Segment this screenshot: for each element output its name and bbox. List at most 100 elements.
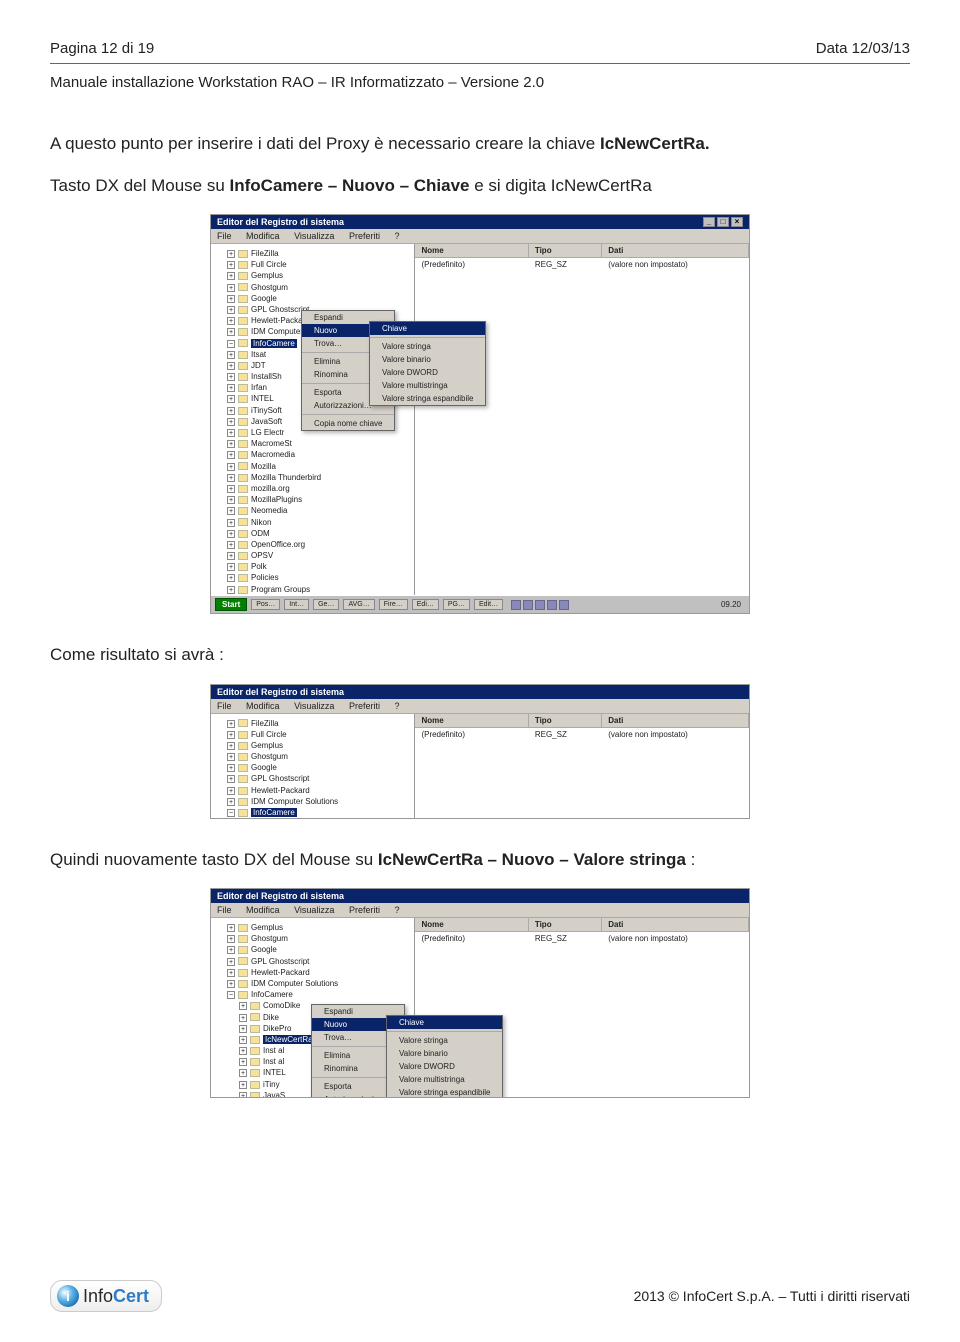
menu-help[interactable]: ? bbox=[394, 701, 399, 711]
taskbar-item[interactable]: Int… bbox=[284, 599, 309, 610]
tree-node[interactable]: +Neomedia bbox=[215, 505, 410, 516]
tree-node[interactable]: +Google bbox=[215, 293, 410, 304]
taskbar-item[interactable]: Ge… bbox=[313, 599, 339, 610]
menu-visualizza[interactable]: Visualizza bbox=[294, 905, 334, 915]
sub-chiave[interactable]: Chiave bbox=[370, 322, 485, 335]
tree-node[interactable]: −InfoCamere bbox=[215, 807, 410, 818]
page-number: Pagina 12 di 19 bbox=[50, 40, 154, 57]
menu-preferiti[interactable]: Preferiti bbox=[349, 701, 380, 711]
window-titlebar: Editor del Registro di sistema bbox=[211, 889, 749, 903]
tree-node[interactable]: +IDM Computer Solutions bbox=[215, 978, 410, 989]
list-row[interactable]: (Predefinito) REG_SZ (valore non imposta… bbox=[415, 258, 749, 271]
close-icon[interactable]: × bbox=[731, 217, 743, 227]
tree-node[interactable]: +Ghostgum bbox=[215, 282, 410, 293]
page-footer: i InfoCert 2013 © InfoCert S.p.A. – Tutt… bbox=[50, 1280, 910, 1312]
sub-dword[interactable]: Valore DWORD bbox=[370, 366, 485, 379]
taskbar-item[interactable]: Edi… bbox=[412, 599, 439, 610]
sub-chiave[interactable]: Chiave bbox=[387, 1016, 502, 1029]
tree-node[interactable]: −InfoCamere bbox=[215, 989, 410, 1000]
tree-node[interactable]: +Nikon bbox=[215, 517, 410, 528]
tree-node[interactable]: +Macromedia bbox=[215, 449, 410, 460]
menu-help[interactable]: ? bbox=[394, 231, 399, 241]
minimize-icon[interactable]: _ bbox=[703, 217, 715, 227]
registry-values[interactable]: Nome Tipo Dati (Predefinito) REG_SZ (val… bbox=[415, 714, 749, 818]
tree-node[interactable]: +OPSV bbox=[215, 550, 410, 561]
tree-node[interactable]: +Polk bbox=[215, 561, 410, 572]
ctx-copia[interactable]: Copia nome chiave bbox=[302, 417, 394, 430]
sub-multistr[interactable]: Valore multistringa bbox=[370, 379, 485, 392]
tree-node[interactable]: +Program Groups bbox=[215, 584, 410, 595]
menu-file[interactable]: File bbox=[217, 231, 232, 241]
taskbar-item[interactable]: PG… bbox=[443, 599, 470, 610]
tree-node[interactable]: +Google bbox=[215, 762, 410, 773]
tree-node[interactable]: +Hewlett-Packard bbox=[215, 967, 410, 978]
screenshot-2: Editor del Registro di sistema File Modi… bbox=[210, 684, 750, 819]
tree-node[interactable]: +Google bbox=[215, 944, 410, 955]
tree-node[interactable]: +Ghostgum bbox=[215, 933, 410, 944]
cell-name: (Predefinito) bbox=[415, 932, 528, 945]
taskbar-item[interactable]: Edit… bbox=[474, 599, 503, 610]
tree-node[interactable]: +Mozilla Thunderbird bbox=[215, 472, 410, 483]
taskbar-item[interactable]: Fire… bbox=[379, 599, 408, 610]
menu-preferiti[interactable]: Preferiti bbox=[349, 231, 380, 241]
tree-node[interactable]: +mozilla.org bbox=[215, 483, 410, 494]
cell-name: (Predefinito) bbox=[415, 258, 528, 271]
sub-stringa[interactable]: Valore stringa bbox=[370, 340, 485, 353]
panes: +FileZilla+Full Circle+Gemplus+Ghostgum+… bbox=[211, 714, 749, 818]
sub-binario[interactable]: Valore binario bbox=[370, 353, 485, 366]
list-row[interactable]: (Predefinito) REG_SZ (valore non imposta… bbox=[415, 932, 749, 945]
tree-node[interactable]: +Hewlett-Packard bbox=[215, 785, 410, 796]
maximize-icon[interactable]: □ bbox=[717, 217, 729, 227]
tree-node[interactable]: +Full Circle bbox=[215, 259, 410, 270]
menu-help[interactable]: ? bbox=[394, 905, 399, 915]
tree-node[interactable]: +GPL Ghostscript bbox=[215, 956, 410, 967]
tree-node[interactable]: +Full Circle bbox=[215, 729, 410, 740]
p4-prefix: Quindi nuovamente tasto DX del Mouse su bbox=[50, 850, 378, 869]
tree-node[interactable]: +Gemplus bbox=[215, 740, 410, 751]
sub-stringa[interactable]: Valore stringa bbox=[387, 1034, 502, 1047]
registry-tree[interactable]: +FileZilla+Full Circle+Gemplus+Ghostgum+… bbox=[211, 714, 415, 818]
submenu-nuovo[interactable]: Chiave Valore stringa Valore binario Val… bbox=[386, 1015, 503, 1097]
sub-multistr[interactable]: Valore multistringa bbox=[387, 1073, 502, 1086]
tree-node[interactable]: +ODM bbox=[215, 528, 410, 539]
window-title: Editor del Registro di sistema bbox=[217, 217, 344, 227]
taskbar-item[interactable]: Pos… bbox=[251, 599, 280, 610]
tree-node[interactable]: +MacromeSt bbox=[215, 438, 410, 449]
tree-node[interactable]: +MozillaPlugins bbox=[215, 494, 410, 505]
submenu-nuovo[interactable]: Chiave Valore stringa Valore binario Val… bbox=[369, 321, 486, 406]
tree-node[interactable]: +IDM Computer Solutions bbox=[215, 796, 410, 807]
tree-node[interactable]: +FileZilla bbox=[215, 248, 410, 259]
tree-node[interactable]: +Ghostgum bbox=[215, 751, 410, 762]
registry-values[interactable]: Nome Tipo Dati (Predefinito) REG_SZ (val… bbox=[415, 244, 749, 613]
menu-visualizza[interactable]: Visualizza bbox=[294, 701, 334, 711]
cell-type: REG_SZ bbox=[529, 932, 602, 945]
sub-strexp[interactable]: Valore stringa espandibile bbox=[387, 1086, 502, 1097]
menu-modifica[interactable]: Modifica bbox=[246, 231, 280, 241]
start-button[interactable]: Start bbox=[215, 598, 247, 611]
sub-binario[interactable]: Valore binario bbox=[387, 1047, 502, 1060]
tree-node[interactable]: +Gemplus bbox=[215, 922, 410, 933]
menu-file[interactable]: File bbox=[217, 701, 232, 711]
tree-node[interactable]: +OpenOffice.org bbox=[215, 539, 410, 550]
menu-preferiti[interactable]: Preferiti bbox=[349, 905, 380, 915]
copyright: 2013 © InfoCert S.p.A. – Tutti i diritti… bbox=[634, 1288, 910, 1304]
list-row[interactable]: (Predefinito) REG_SZ (valore non imposta… bbox=[415, 728, 749, 741]
sub-dword[interactable]: Valore DWORD bbox=[387, 1060, 502, 1073]
tree-node[interactable]: +FileZilla bbox=[215, 718, 410, 729]
tree-node[interactable]: +GPL Ghostscript bbox=[215, 773, 410, 784]
list-header: Nome Tipo Dati bbox=[415, 714, 749, 728]
menu-modifica[interactable]: Modifica bbox=[246, 905, 280, 915]
page-header: Pagina 12 di 19 Data 12/03/13 bbox=[50, 40, 910, 57]
cell-data: (valore non impostato) bbox=[602, 932, 749, 945]
menu-visualizza[interactable]: Visualizza bbox=[294, 231, 334, 241]
menu-modifica[interactable]: Modifica bbox=[246, 701, 280, 711]
tree-node[interactable]: +Policies bbox=[215, 572, 410, 583]
screenshot-3: Editor del Registro di sistema File Modi… bbox=[210, 888, 750, 1098]
menu-file[interactable]: File bbox=[217, 905, 232, 915]
screenshot-1: Editor del Registro di sistema _ □ × Fil… bbox=[210, 214, 750, 614]
sub-strexp[interactable]: Valore stringa espandibile bbox=[370, 392, 485, 405]
tree-node[interactable]: +Gemplus bbox=[215, 270, 410, 281]
system-tray[interactable] bbox=[511, 600, 569, 610]
tree-node[interactable]: +Mozilla bbox=[215, 461, 410, 472]
taskbar-item[interactable]: AVG… bbox=[343, 599, 374, 610]
